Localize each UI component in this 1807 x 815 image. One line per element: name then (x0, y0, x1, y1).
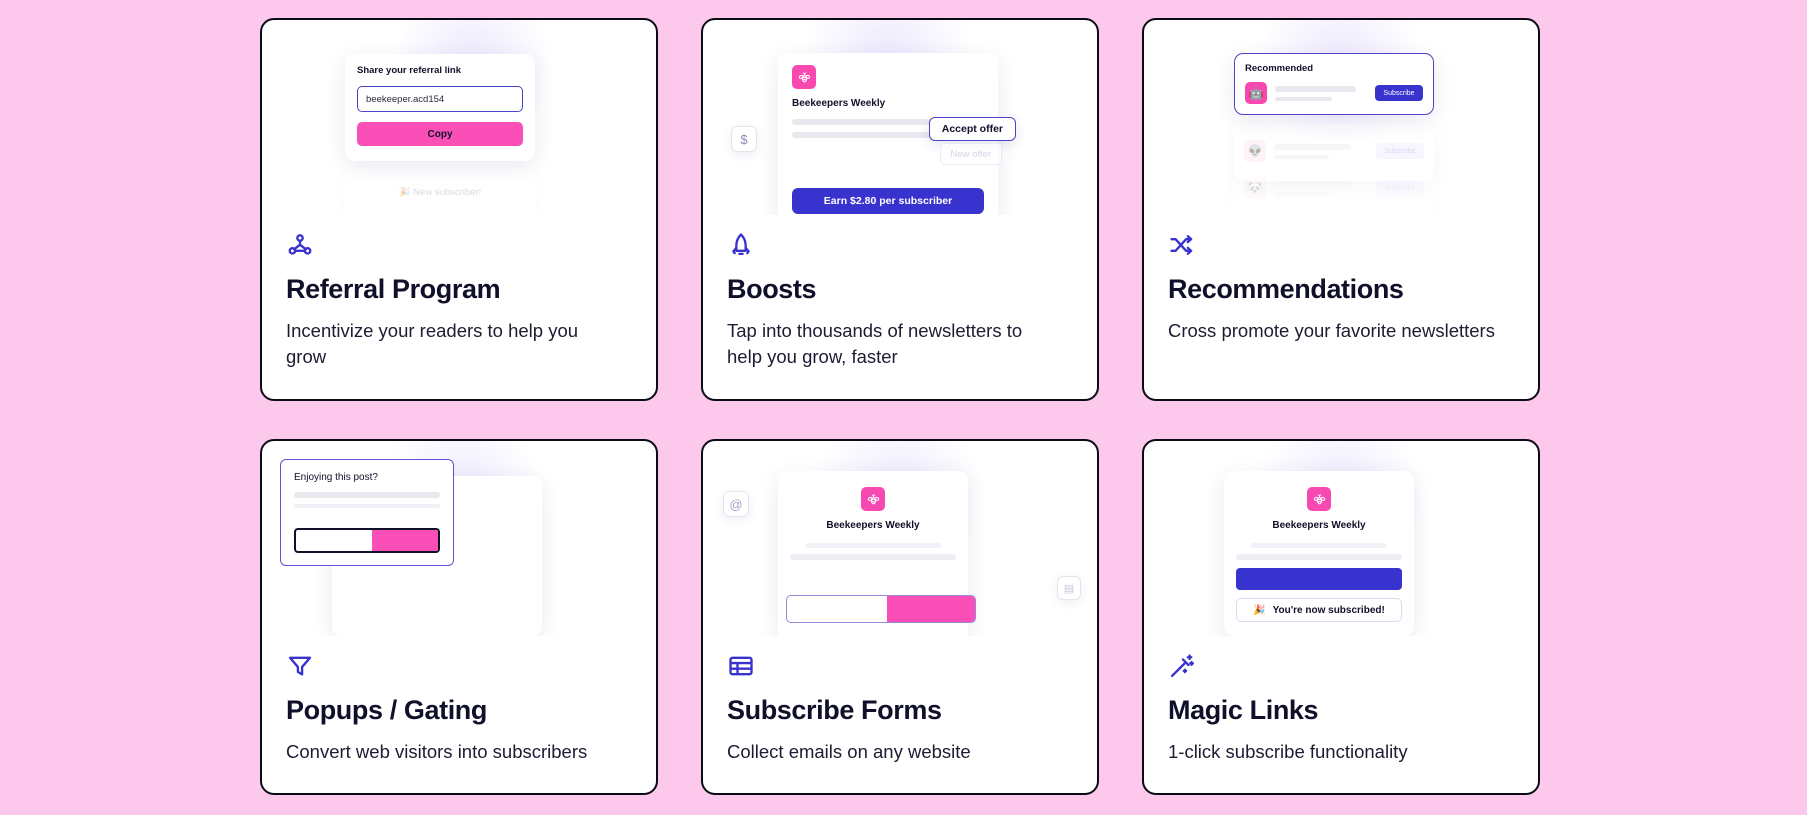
at-chip: @ (723, 491, 749, 517)
subscribe-button[interactable]: Subscribe (1376, 143, 1424, 159)
magic-wand-icon (1168, 652, 1514, 682)
avatar: 👽 (1244, 140, 1266, 162)
subscribed-toast-label: You're now subscribed! (1272, 604, 1385, 616)
new-offer-button[interactable]: New offer (939, 143, 1002, 165)
funnel-icon (286, 652, 632, 682)
recommended-panel: Recommended 🤖 Subscribe (1234, 53, 1434, 115)
popup-email-field[interactable] (294, 528, 440, 553)
boosts-illustration: $ $ Beekeepers Weekly Earn $2.80 per s (703, 20, 1097, 215)
publication-name: Beekeepers Weekly (792, 98, 886, 109)
subscribe-email-field[interactable] (786, 595, 976, 623)
avatar: 🤖 (1245, 82, 1267, 104)
publication-name: Beekeepers Weekly (826, 520, 920, 531)
shuffle-icon (1168, 231, 1514, 261)
bee-logo-icon (792, 65, 816, 89)
subscribe-form-panel: Beekeepers Weekly (778, 471, 976, 636)
card-description: Tap into thousands of newsletters to hel… (727, 320, 1023, 367)
avatar-emoji: 🤖 (1248, 86, 1264, 100)
subscribe-button[interactable]: Subscribe (1376, 180, 1424, 196)
page-title: Popups / Gating (286, 695, 487, 725)
page-title: Subscribe Forms (727, 695, 942, 725)
referral-panel-label: Share your referral link (357, 65, 462, 76)
accept-offer-button[interactable]: Accept offer (928, 117, 1016, 141)
referral-link-input[interactable]: beekeeper.acd154 (357, 86, 523, 112)
page-title: Recommendations (1168, 274, 1404, 304)
popups-illustration: Enjoying this post? (262, 441, 656, 636)
popups-card-body: Popups / Gating Convert web visitors int… (262, 636, 656, 765)
boost-offer-panel: Beekeepers Weekly Earn $2.80 per subscri… (778, 53, 1016, 215)
publication-name: Beekeepers Weekly (1272, 520, 1366, 531)
popup-title: Enjoying this post? (294, 472, 378, 483)
feature-card-recommendations[interactable]: 🐼 Subscribe 👽 Subscribe Recommended 🤖 Su… (1142, 18, 1540, 401)
feature-card-grid: Share your referral link beekeeper.acd15… (260, 18, 1543, 795)
form-chip: ▤ (1057, 576, 1081, 600)
rocket-icon (727, 231, 1073, 261)
page-title: Referral Program (286, 274, 501, 304)
popup-dialog: Enjoying this post? (280, 459, 454, 566)
at-symbol: @ (729, 496, 743, 512)
card-description: Cross promote your favorite newsletters (1168, 320, 1495, 342)
referral-card-body: Referral Program Incentivize your reader… (262, 215, 656, 369)
subscribe-forms-illustration: @ ▤ Beekeepers Weekly (703, 441, 1097, 636)
avatar-emoji: 👽 (1247, 144, 1263, 158)
bee-logo-icon (1307, 487, 1331, 511)
table-icon (727, 652, 1073, 682)
page-title: Boosts (727, 274, 817, 304)
magic-link-cta-button[interactable] (1236, 568, 1402, 590)
card-description: Collect emails on any website (727, 741, 971, 763)
magic-links-illustration: Beekeepers Weekly 🎉 You're now subscribe… (1144, 441, 1538, 636)
dollar-chip-left: $ (731, 126, 757, 152)
feature-card-magic-links[interactable]: Beekeepers Weekly 🎉 You're now subscribe… (1142, 439, 1540, 795)
recommendations-card-body: Recommendations Cross promote your favor… (1144, 215, 1538, 344)
avatar-emoji: 🐼 (1247, 181, 1263, 195)
bee-logo-icon (861, 487, 885, 511)
card-description: Convert web visitors into subscribers (286, 741, 588, 763)
dollar-symbol: $ (740, 131, 748, 147)
card-description: Incentivize your readers to help you gro… (286, 320, 579, 367)
recommendation-row-2: 👽 Subscribe (1234, 123, 1434, 181)
party-popper-icon: 🎉 (1253, 604, 1266, 616)
page-title: Magic Links (1168, 695, 1319, 725)
subscribe-button[interactable]: Subscribe (1375, 85, 1423, 101)
referral-illustration: Share your referral link beekeeper.acd15… (262, 20, 656, 215)
feature-card-subscribe-forms[interactable]: @ ▤ Beekeepers Weekly Subscribe Forms Co… (701, 439, 1099, 795)
subscribe-forms-card-body: Subscribe Forms Collect emails on any we… (703, 636, 1097, 765)
subscribe-submit-button[interactable] (887, 596, 975, 622)
feature-card-popups-gating[interactable]: Enjoying this post? Popups / Gating Conv… (260, 439, 658, 795)
earn-per-subscriber-button[interactable]: Earn $2.80 per subscriber (792, 188, 984, 214)
card-description: 1-click subscribe functionality (1168, 741, 1408, 763)
referral-link-panel: Share your referral link beekeeper.acd15… (345, 54, 535, 161)
subscribed-toast: 🎉 You're now subscribed! (1236, 598, 1402, 622)
feature-card-referral-program[interactable]: Share your referral link beekeeper.acd15… (260, 18, 658, 401)
boosts-card-body: Boosts Tap into thousands of newsletters… (703, 215, 1097, 369)
share-nodes-icon (286, 231, 632, 261)
recommendations-illustration: 🐼 Subscribe 👽 Subscribe Recommended 🤖 Su… (1144, 20, 1538, 215)
magic-link-panel: Beekeepers Weekly 🎉 You're now subscribe… (1224, 471, 1414, 636)
copy-button[interactable]: Copy (357, 122, 523, 146)
recommended-label: Recommended (1245, 63, 1314, 74)
new-subscriber-toast: 🎉 New subscriber! (345, 170, 535, 215)
magic-links-card-body: Magic Links 1-click subscribe functional… (1144, 636, 1538, 765)
popup-submit-button[interactable] (372, 530, 438, 551)
feature-card-boosts[interactable]: $ $ Beekeepers Weekly Earn $2.80 per s (701, 18, 1099, 401)
new-subscriber-toast-label: 🎉 New subscriber! (398, 187, 482, 198)
